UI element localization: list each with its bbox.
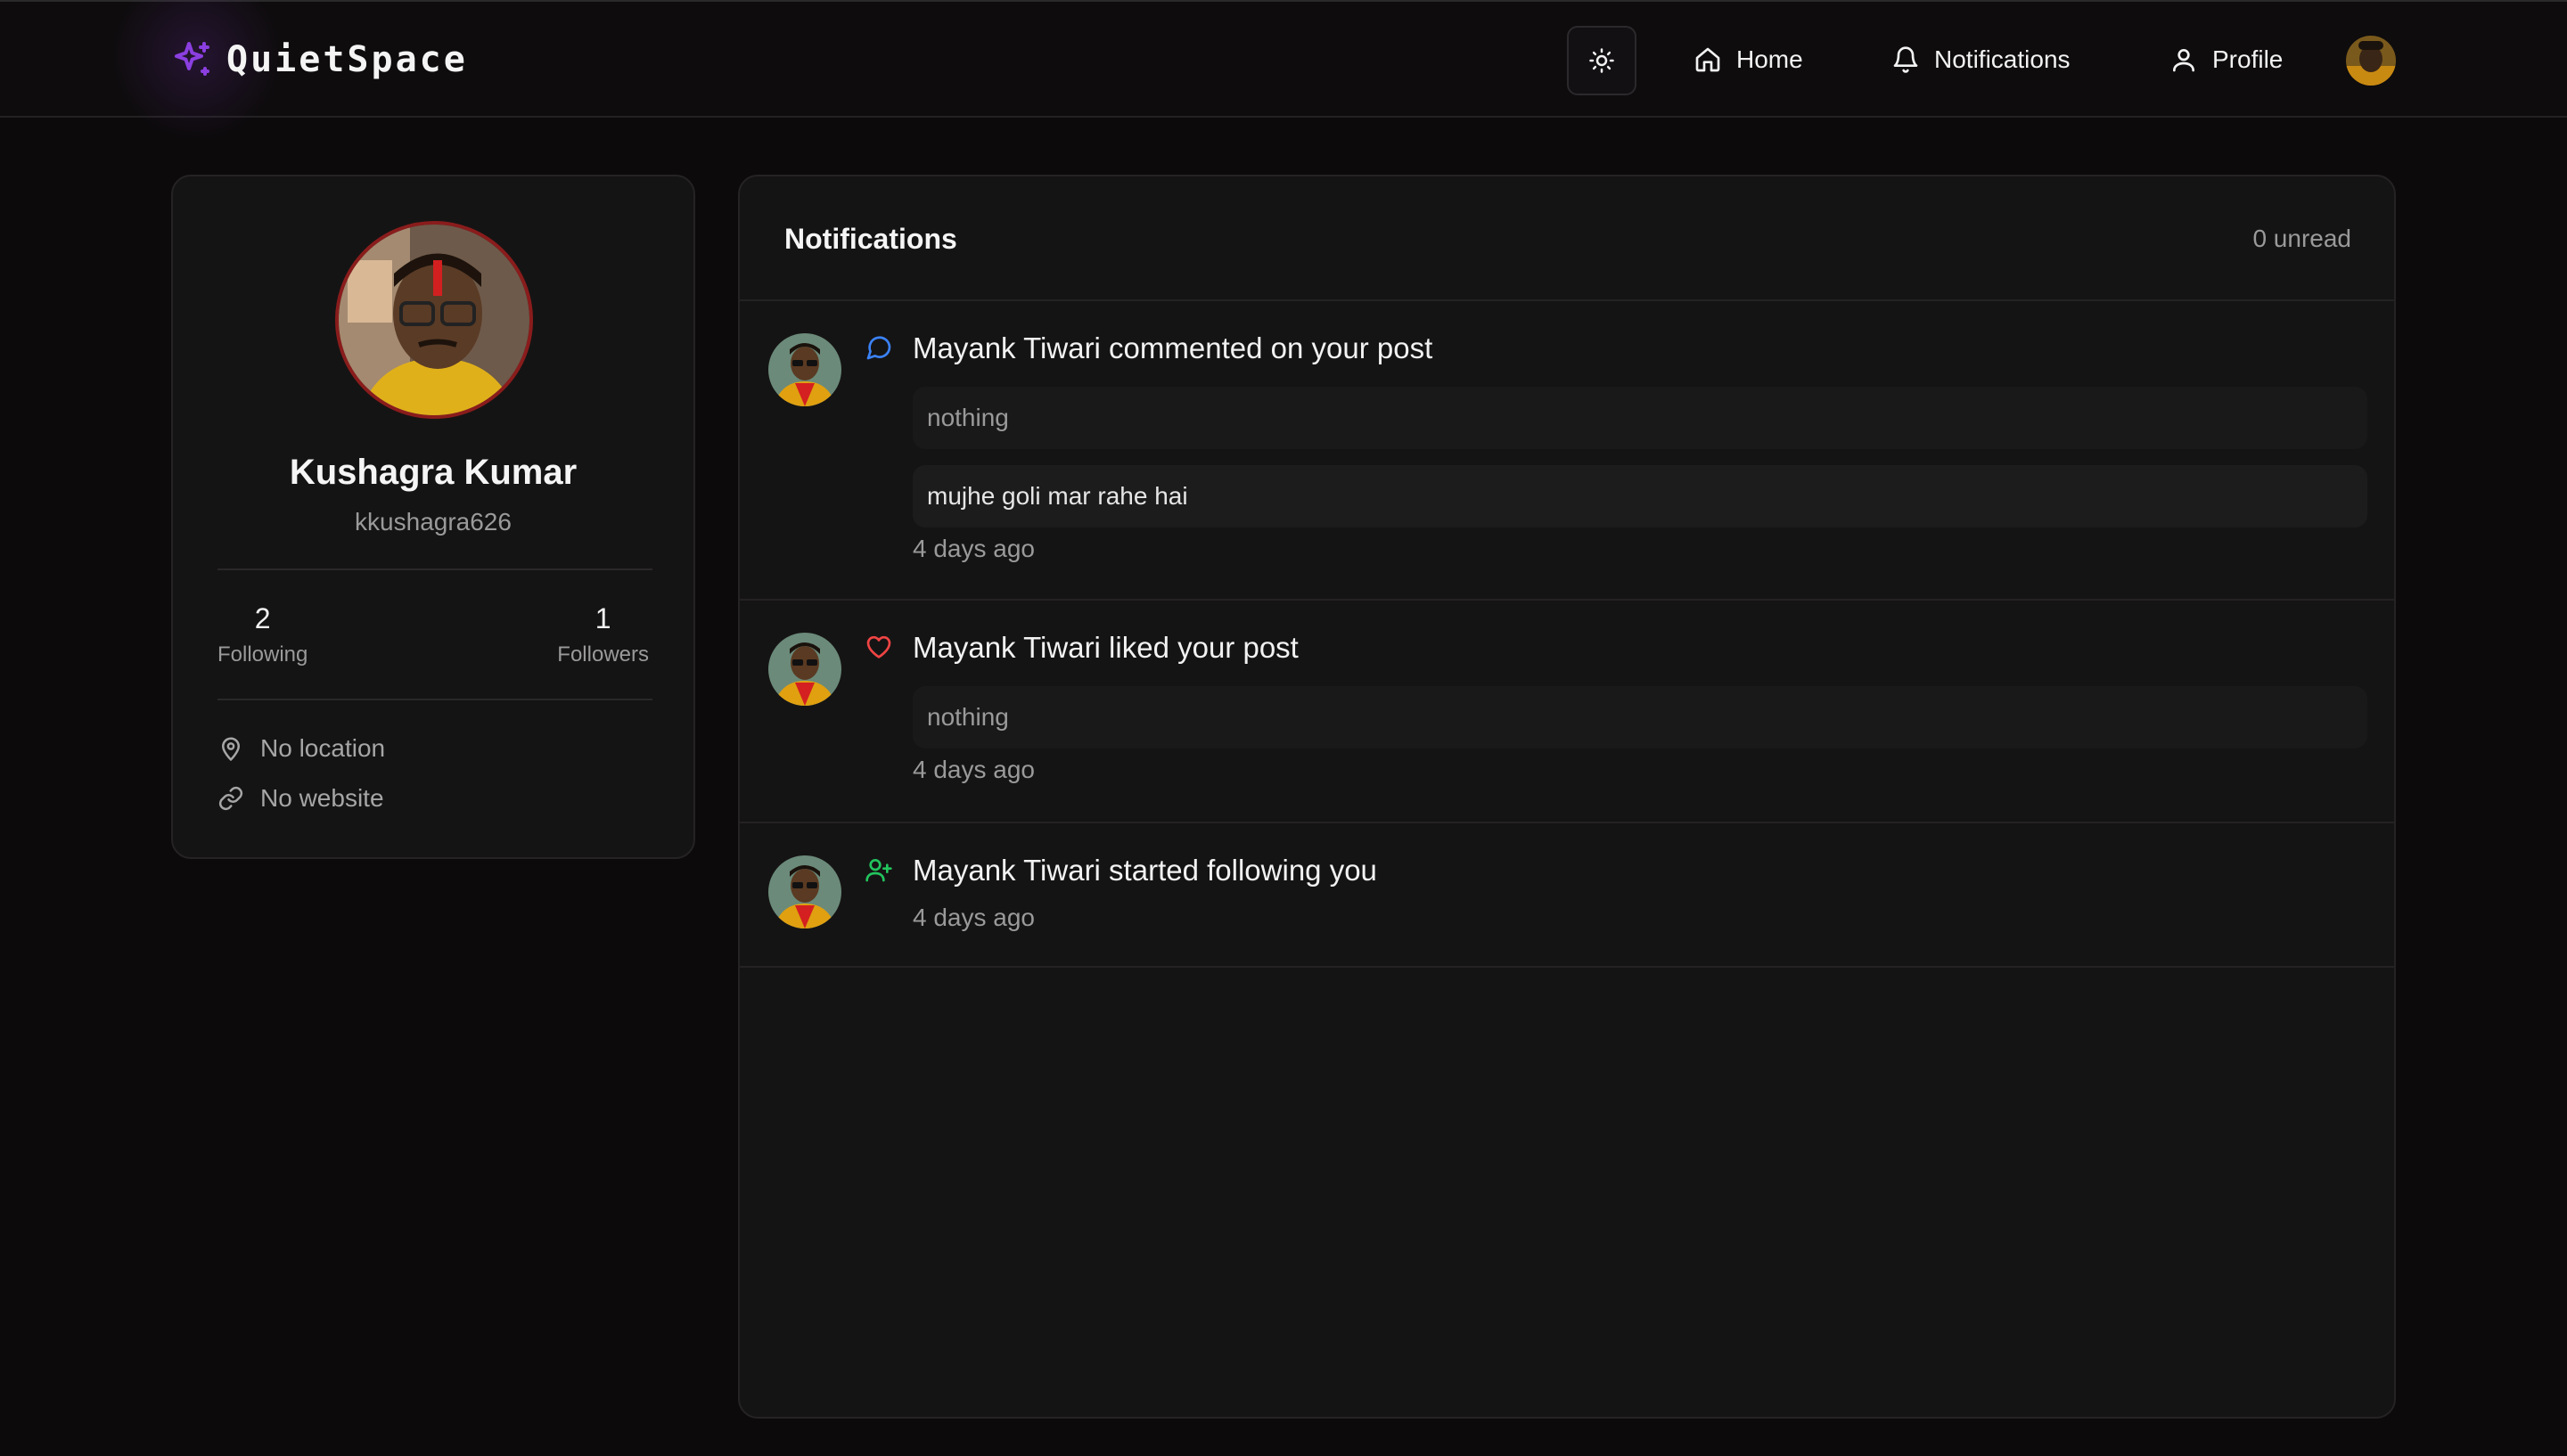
nav-profile-link[interactable]: Profile xyxy=(2169,37,2283,82)
followers-label: Followers xyxy=(557,642,649,667)
avatar-image xyxy=(768,855,841,928)
location-text: No location xyxy=(260,734,386,762)
divider xyxy=(740,966,2394,968)
notification-item-like[interactable]: Mayank Tiwari liked your post nothing 4 … xyxy=(740,601,2394,820)
link-icon xyxy=(218,786,243,811)
notification-time: 4 days ago xyxy=(913,535,1035,562)
notification-time: 4 days ago xyxy=(913,904,1035,931)
website-row: No website xyxy=(217,781,384,816)
notifications-title: Notifications xyxy=(784,223,957,255)
notification-action: commented on your post xyxy=(1100,331,1433,364)
avatar-image xyxy=(2346,36,2396,86)
avatar-image xyxy=(768,333,841,406)
notification-avatar[interactable] xyxy=(768,855,841,928)
brand-name: QuietSpace xyxy=(226,39,468,80)
nav-home-link[interactable]: Home xyxy=(1694,37,1803,82)
profile-avatar-image xyxy=(339,225,529,415)
notification-user[interactable]: Mayank Tiwari xyxy=(913,631,1101,664)
notification-item-follow[interactable]: Mayank Tiwari started following you 4 da… xyxy=(740,823,2394,966)
notification-avatar[interactable] xyxy=(768,333,841,406)
nav-profile-label: Profile xyxy=(2212,45,2284,73)
user-menu-avatar[interactable] xyxy=(2346,36,2396,86)
notification-user[interactable]: Mayank Tiwari xyxy=(913,854,1101,887)
divider xyxy=(217,699,652,700)
heart-icon xyxy=(866,635,891,658)
nav-notifications-link[interactable]: Notifications xyxy=(1891,37,2071,82)
notification-text: Mayank Tiwari commented on your post xyxy=(913,331,1432,365)
following-count: 2 xyxy=(254,602,271,634)
following-label: Following xyxy=(217,642,308,667)
notification-avatar[interactable] xyxy=(768,633,841,706)
divider xyxy=(217,568,652,570)
notification-time: 4 days ago xyxy=(913,756,1035,783)
sparkles-icon xyxy=(175,42,209,76)
notification-user[interactable]: Mayank Tiwari xyxy=(913,331,1101,364)
map-pin-icon xyxy=(222,737,240,761)
notification-action: started following you xyxy=(1100,854,1377,887)
profile-name: Kushagra Kumar xyxy=(289,453,578,492)
avatar-image xyxy=(768,633,841,706)
bell-icon xyxy=(1893,46,1918,73)
unread-count: 0 unread xyxy=(2252,225,2351,252)
notification-text: Mayank Tiwari liked your post xyxy=(913,631,1299,665)
nav-home-label: Home xyxy=(1736,45,1803,73)
comment-text: mujhe goli mar rahe hai xyxy=(913,465,2367,528)
followers-stat[interactable]: 1 Followers xyxy=(557,602,649,667)
sun-icon xyxy=(1589,48,1614,73)
notification-text: Mayank Tiwari started following you xyxy=(913,854,1377,888)
theme-toggle-button[interactable] xyxy=(1567,26,1636,95)
notifications-panel: Notifications 0 unread Mayank Tiwari com… xyxy=(738,175,2396,1419)
user-plus-icon xyxy=(865,859,892,882)
post-excerpt[interactable]: nothing xyxy=(913,686,2367,748)
website-text: No website xyxy=(260,784,384,812)
location-row: No location xyxy=(217,731,385,766)
home-icon xyxy=(1695,47,1720,72)
profile-card: Kushagra Kumar kkushagra626 2 Following … xyxy=(171,175,695,859)
notification-action: liked your post xyxy=(1100,631,1299,664)
followers-count: 1 xyxy=(595,602,611,634)
message-circle-icon xyxy=(866,336,891,360)
post-excerpt[interactable]: nothing xyxy=(913,387,2367,449)
notification-item-comment[interactable]: Mayank Tiwari commented on your post not… xyxy=(740,301,2394,599)
top-navbar: QuietSpace Home Notifications Profile xyxy=(0,0,2567,144)
user-icon xyxy=(2173,49,2194,72)
following-stat[interactable]: 2 Following xyxy=(217,602,308,667)
profile-avatar[interactable] xyxy=(335,221,533,419)
profile-handle: kkushagra626 xyxy=(355,508,512,536)
nav-notifications-label: Notifications xyxy=(1934,45,2071,73)
brand-logo-link[interactable]: QuietSpace xyxy=(171,36,468,84)
